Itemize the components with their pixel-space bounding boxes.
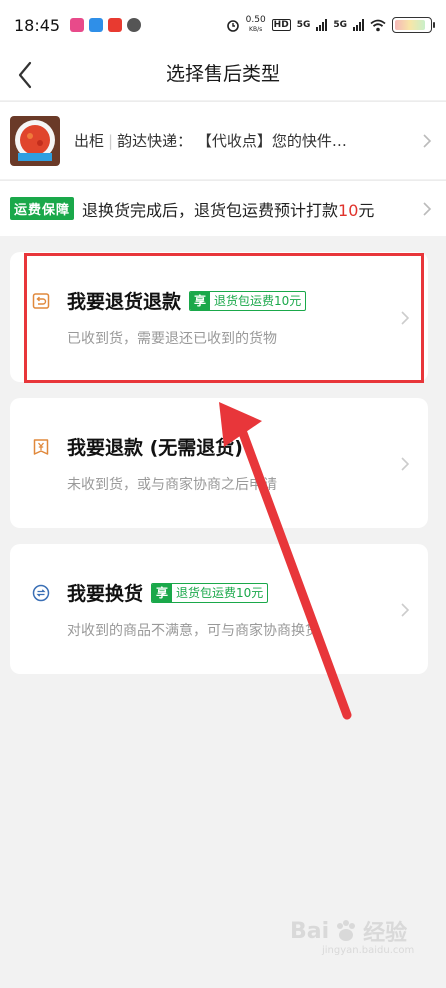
chevron-left-icon[interactable] <box>10 58 44 92</box>
yen-refund-icon <box>33 439 49 455</box>
sim2-network: 5G <box>333 20 347 30</box>
send-notification-icon <box>89 18 104 32</box>
chevron-right-icon <box>401 457 410 471</box>
net-speed: 0.50 KB/s <box>245 15 266 34</box>
option-refund-only[interactable]: 我要退款 (无需退货) 未收到货，或与商家协商之后申请 <box>10 398 428 528</box>
wifi-icon <box>370 19 386 31</box>
nav-bar: 选择售后类型 <box>0 50 446 100</box>
watermark-brand: 经验 <box>363 921 408 946</box>
chevron-right-icon <box>423 201 432 216</box>
watermark-logo: Bai <box>290 918 330 944</box>
page-title: 选择售后类型 <box>165 63 280 85</box>
status-bar: 18:45 0.50 KB/s HD 5G 5G <box>0 0 446 50</box>
option-title: 我要换货 <box>67 583 144 605</box>
battery-icon <box>392 17 435 33</box>
taobao-notification-icon <box>108 18 123 32</box>
guarantee-text: 退换货完成后，退货包运费预计打款10元 <box>82 200 375 220</box>
paw-icon <box>337 920 356 941</box>
logistics-carrier: 韵达快递： <box>117 132 193 150</box>
chevron-right-icon <box>401 603 410 617</box>
chat-notification-icon <box>127 18 142 32</box>
app-notification-icon <box>70 18 85 32</box>
signal1-icon <box>316 19 328 31</box>
watermark-url: jingyan.baidu.com <box>322 945 415 956</box>
return-box-icon <box>32 293 50 309</box>
sim1-network: 5G <box>296 20 311 30</box>
baidu-watermark: Bai 经验 jingyan.baidu.com <box>290 915 414 957</box>
status-time: 18:45 <box>14 15 61 35</box>
option-description: 对收到的商品不满意，可与商家协商换货 <box>67 623 319 639</box>
option-exchange[interactable]: 我要换货 享退货包运费10元 对收到的商品不满意，可与商家协商换货 <box>10 544 428 674</box>
logistics-text: 出柜 | 韵达快递： 【代收点】您的快件… <box>74 132 347 150</box>
option-title: 我要退货退款 <box>67 291 182 313</box>
status-icons: 0.50 KB/s HD 5G 5G <box>226 15 435 34</box>
option-title: 我要退款 (无需退货) <box>67 437 243 459</box>
option-return-refund[interactable]: 我要退货退款 享退货包运费10元 已收到货，需要退还已收到的货物 <box>10 252 428 382</box>
signal2-icon <box>353 19 364 31</box>
chevron-right-icon <box>401 311 410 325</box>
shipping-guarantee-row[interactable]: 运费保障 退换货完成后，退货包运费预计打款10元 <box>0 180 446 236</box>
exchange-icon <box>32 584 50 602</box>
logistics-status: 出柜 <box>74 132 105 150</box>
shipping-tag: 享退货包运费10元 <box>151 582 269 603</box>
product-thumbnail <box>10 115 60 166</box>
option-description: 未收到货，或与商家协商之后申请 <box>67 477 277 493</box>
alarm-icon <box>226 20 239 32</box>
logistics-message: 【代收点】您的快件… <box>196 132 347 150</box>
shipping-tag: 享退货包运费10元 <box>189 290 307 311</box>
logistics-row[interactable]: 出柜 | 韵达快递： 【代收点】您的快件… <box>0 101 446 179</box>
option-description: 已收到货，需要退还已收到的货物 <box>67 331 277 347</box>
chevron-right-icon <box>423 133 432 148</box>
guarantee-badge: 运费保障 <box>10 197 75 220</box>
guarantee-amount: 10 <box>338 200 359 220</box>
hd-icon: HD <box>271 19 291 31</box>
